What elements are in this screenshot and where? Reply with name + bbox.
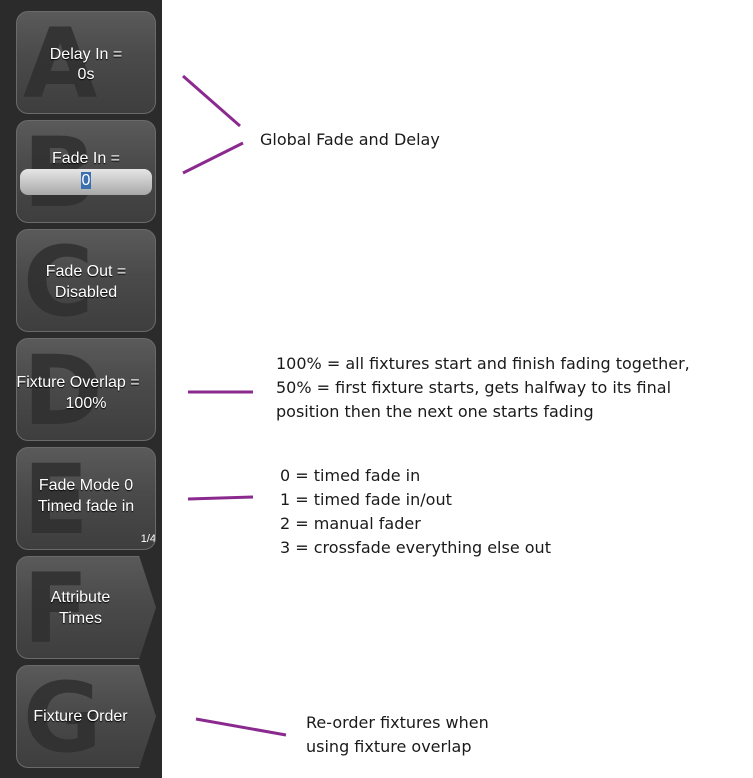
annotation-fade-mode: 0 = timed fade in 1 = timed fade in/out … [280, 464, 551, 560]
annotation-line: position then the next one starts fading [276, 402, 594, 421]
annotation-line: 0 = timed fade in [280, 466, 421, 485]
annotation-fixture-overlap: 100% = all fixtures start and finish fad… [276, 352, 690, 424]
pointer-line-fixture-order [195, 717, 287, 737]
pointer-line-delay [182, 74, 241, 128]
annotation-line: 50% = first fixture starts, gets halfway… [276, 378, 672, 397]
annotation-fixture-order: Re-order fixtures when using fixture ove… [306, 711, 489, 759]
annotation-line: 3 = crossfade everything else out [280, 538, 551, 557]
annotation-line: using fixture overlap [306, 737, 472, 756]
pointer-line-fade [182, 141, 244, 175]
annotation-line: 2 = manual fader [280, 514, 421, 533]
annotation-line: 1 = timed fade in/out [280, 490, 452, 509]
annotation-line: Re-order fixtures when [306, 713, 489, 732]
annotation-line: 100% = all fixtures start and finish fad… [276, 354, 690, 373]
annotation-global-fade-delay: Global Fade and Delay [260, 130, 440, 149]
pointer-line-fade-mode [187, 495, 254, 501]
